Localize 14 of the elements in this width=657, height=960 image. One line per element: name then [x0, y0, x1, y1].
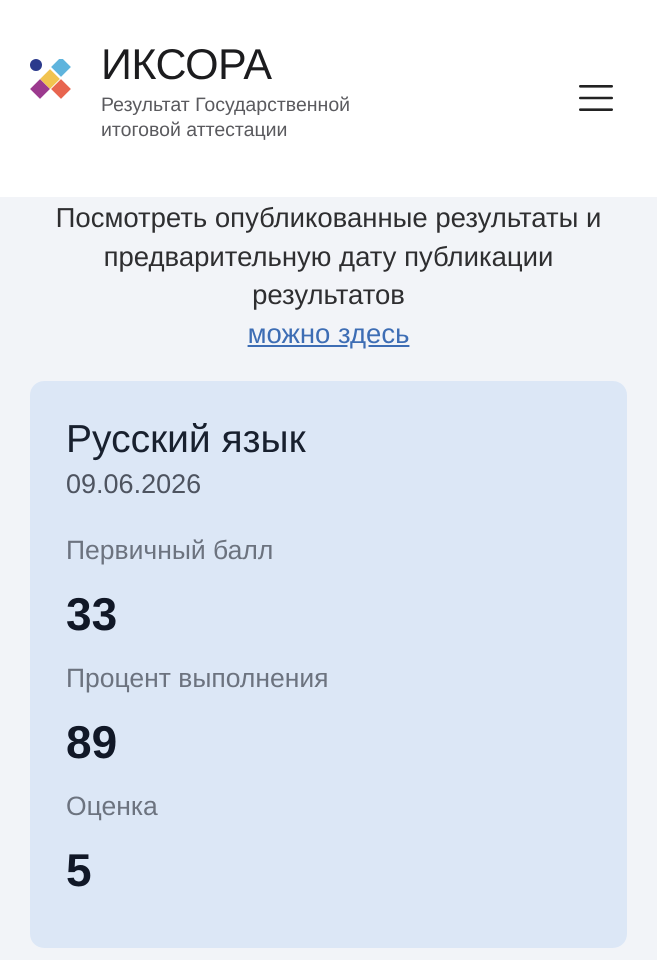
logo-title: ИКСОРА [101, 40, 273, 88]
menu-button[interactable] [579, 84, 613, 110]
field-label: Процент выполнения [66, 662, 329, 695]
field-value: 89 [66, 715, 118, 770]
exam-date: 09.06.2026 [66, 468, 202, 501]
field-label: Первичный балл [66, 534, 274, 567]
field-value: 5 [66, 843, 92, 898]
menu-icon [579, 84, 613, 110]
subject-title: Русский язык [66, 418, 307, 462]
notice-text: Посмотреть опубликованные результаты и предварительную дату публикации результатов [54, 201, 602, 312]
field-label: Оценка [66, 790, 158, 823]
link[interactable]: можно здесь [248, 314, 410, 353]
field-value: 33 [66, 587, 118, 642]
logo-subtitle: Результат Государственной итоговой аттестации [101, 92, 352, 142]
